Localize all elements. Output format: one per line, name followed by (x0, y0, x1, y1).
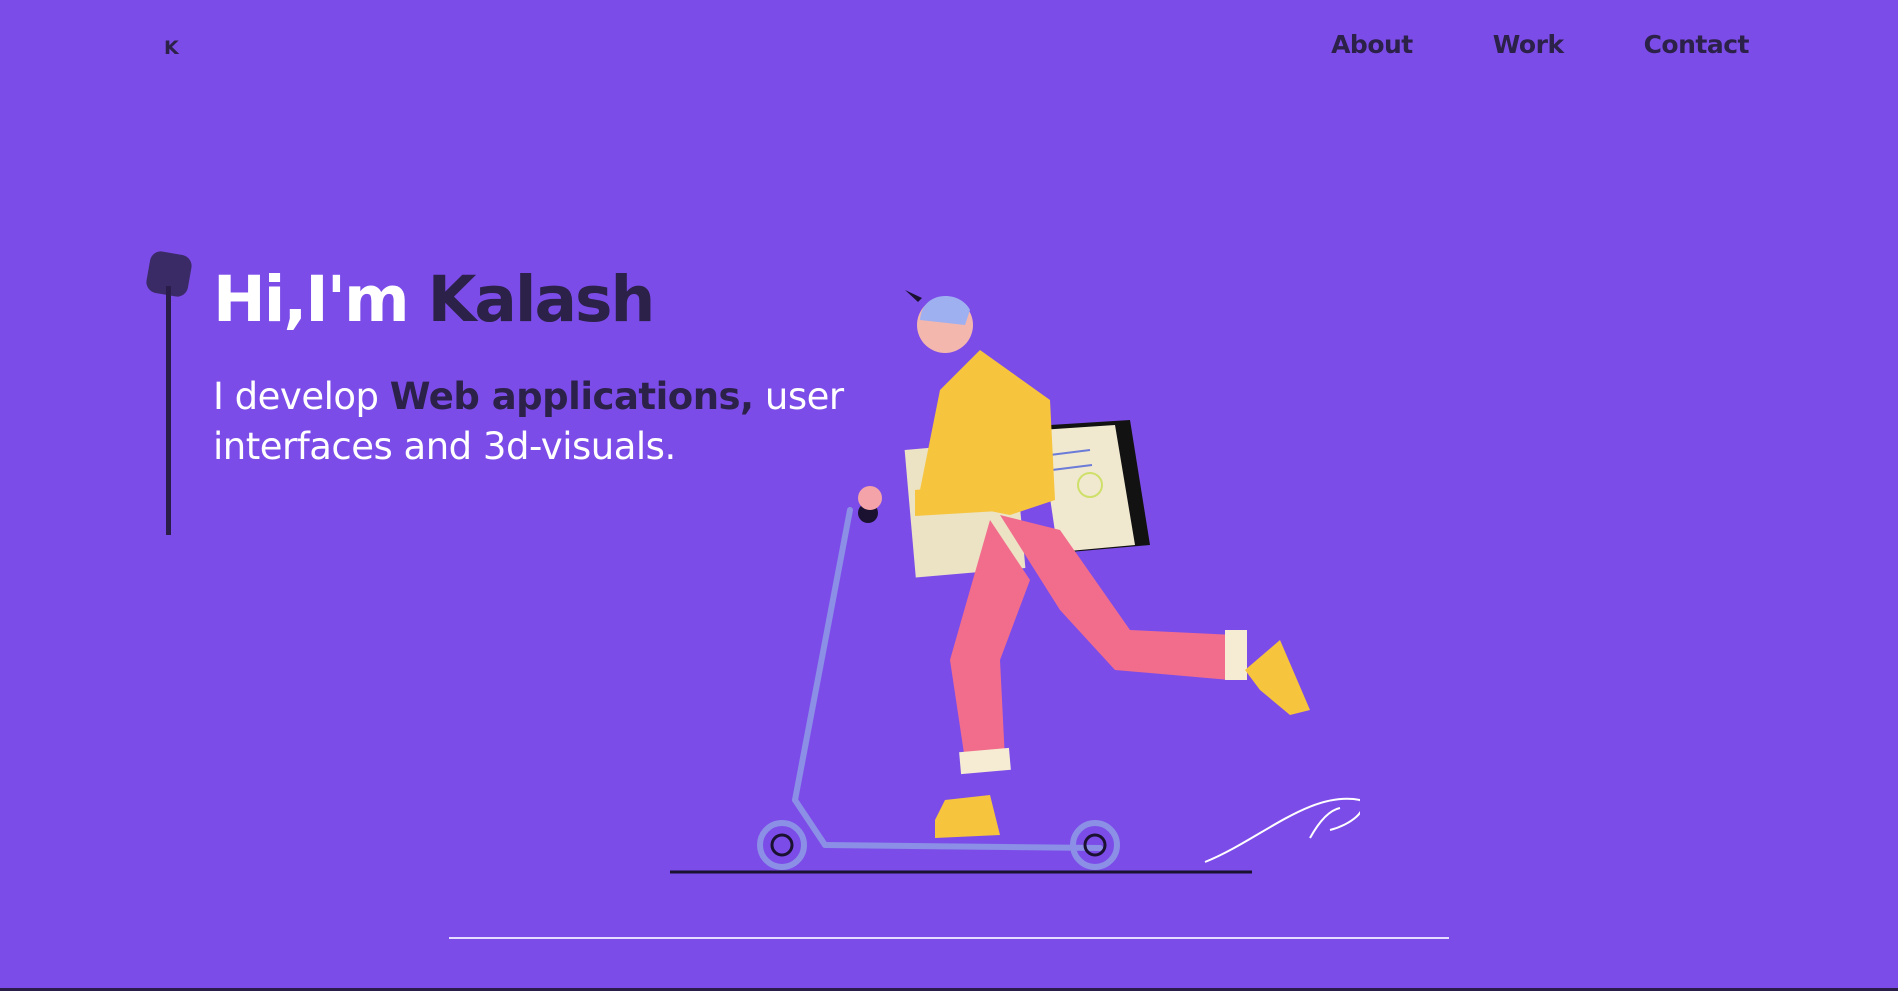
nav-contact[interactable]: Contact (1644, 30, 1750, 59)
motion-swoosh (1204, 797, 1360, 863)
cap-icon (920, 296, 970, 325)
hero-greeting: Hi,I'm (213, 263, 410, 336)
marker-line-decoration (166, 286, 171, 535)
hero-name: Kalash (427, 263, 656, 336)
hero-sub-prefix: I develop (213, 375, 390, 418)
person-on-scooter-illustration (670, 290, 1360, 874)
bottom-divider (449, 937, 1449, 939)
nav-about[interactable]: About (1331, 30, 1413, 59)
site-logo[interactable]: K (164, 37, 179, 59)
main-nav: About Work Contact (1331, 30, 1749, 59)
back-shoe (1245, 640, 1310, 715)
nav-work[interactable]: Work (1493, 30, 1564, 59)
hero-title: Hi,I'm Kalash (213, 262, 656, 338)
front-shoe (935, 795, 1000, 838)
